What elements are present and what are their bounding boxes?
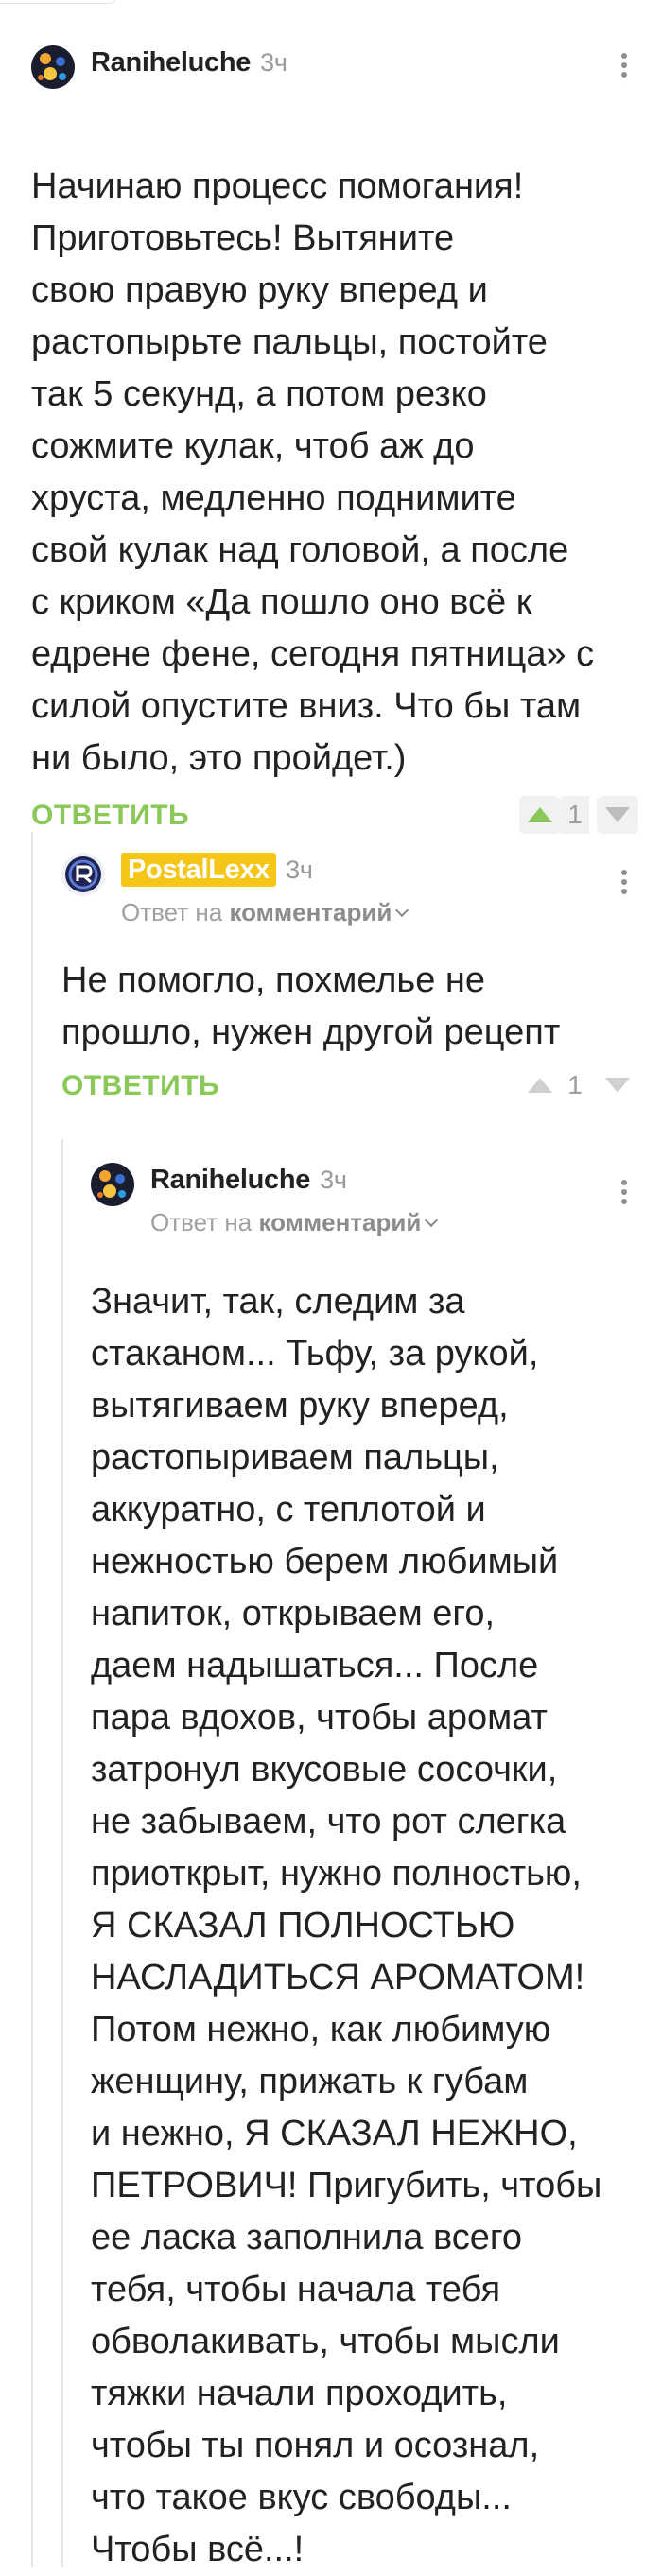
more-options-icon[interactable]: [610, 1176, 638, 1214]
vote-up-icon[interactable]: [519, 796, 561, 834]
avatar[interactable]: [91, 1163, 134, 1206]
comment-raniheluche-reply: Raniheluche 3ч Ответ на комментарий Значи…: [91, 1153, 638, 2576]
thread-branch-line[interactable]: [31, 832, 33, 2567]
comment-time: 3ч: [286, 856, 313, 884]
author-name[interactable]: Raniheluche: [91, 47, 251, 78]
vote-down-icon[interactable]: [597, 796, 638, 834]
comment-time: 3ч: [260, 48, 287, 77]
vote-up-icon[interactable]: [519, 1066, 561, 1104]
reply-button[interactable]: ОТВЕТИТЬ: [61, 1070, 219, 1102]
thread-branch-line[interactable]: [61, 1139, 63, 2567]
avatar[interactable]: [31, 45, 75, 89]
vote-down-icon[interactable]: [597, 1066, 638, 1104]
author-name[interactable]: Raniheluche: [150, 1165, 310, 1195]
comment-text: Не помогло, похмелье не прошло, нужен др…: [61, 960, 561, 1052]
comment-postallexx: PostalLexx 3ч Ответ на комментарий Не пом…: [61, 843, 638, 1117]
previous-comment-edge: [0, 0, 114, 4]
comment-actions: ОТВЕТИТЬ 1: [61, 1061, 638, 1117]
reply-to-link[interactable]: Ответ на комментарий: [121, 898, 409, 927]
reply-to-link[interactable]: Ответ на комментарий: [150, 1208, 439, 1237]
comment-raniheluche: Raniheluche 3ч Начинаю процесс помогания!…: [31, 36, 638, 847]
comment-header: Raniheluche 3ч: [31, 36, 638, 102]
chevron-down-icon: [425, 1213, 439, 1228]
reply-button[interactable]: ОТВЕТИТЬ: [31, 800, 189, 832]
rating-control: 1: [519, 794, 638, 836]
more-options-icon[interactable]: [610, 866, 638, 904]
comment-header: Raniheluche 3ч Ответ на комментарий: [91, 1153, 638, 1236]
comment-text: Начинаю процесс помогания! Приготовьтесь…: [31, 166, 595, 778]
chevron-down-icon: [395, 903, 409, 918]
author-name[interactable]: PostalLexx: [121, 853, 277, 887]
comment-actions: ОТВЕТИТЬ 1: [31, 790, 638, 847]
comment-time: 3ч: [320, 1166, 347, 1194]
more-options-icon[interactable]: [610, 49, 638, 87]
rating-count: 1: [567, 1070, 583, 1099]
comment-text: Значит, так, следим за стаканом... Тьфу,…: [91, 1282, 602, 2569]
rating-count: 1: [561, 796, 589, 834]
avatar[interactable]: [61, 853, 105, 896]
comment-header: PostalLexx 3ч Ответ на комментарий: [61, 843, 638, 926]
rating-control: 1: [519, 1064, 638, 1106]
